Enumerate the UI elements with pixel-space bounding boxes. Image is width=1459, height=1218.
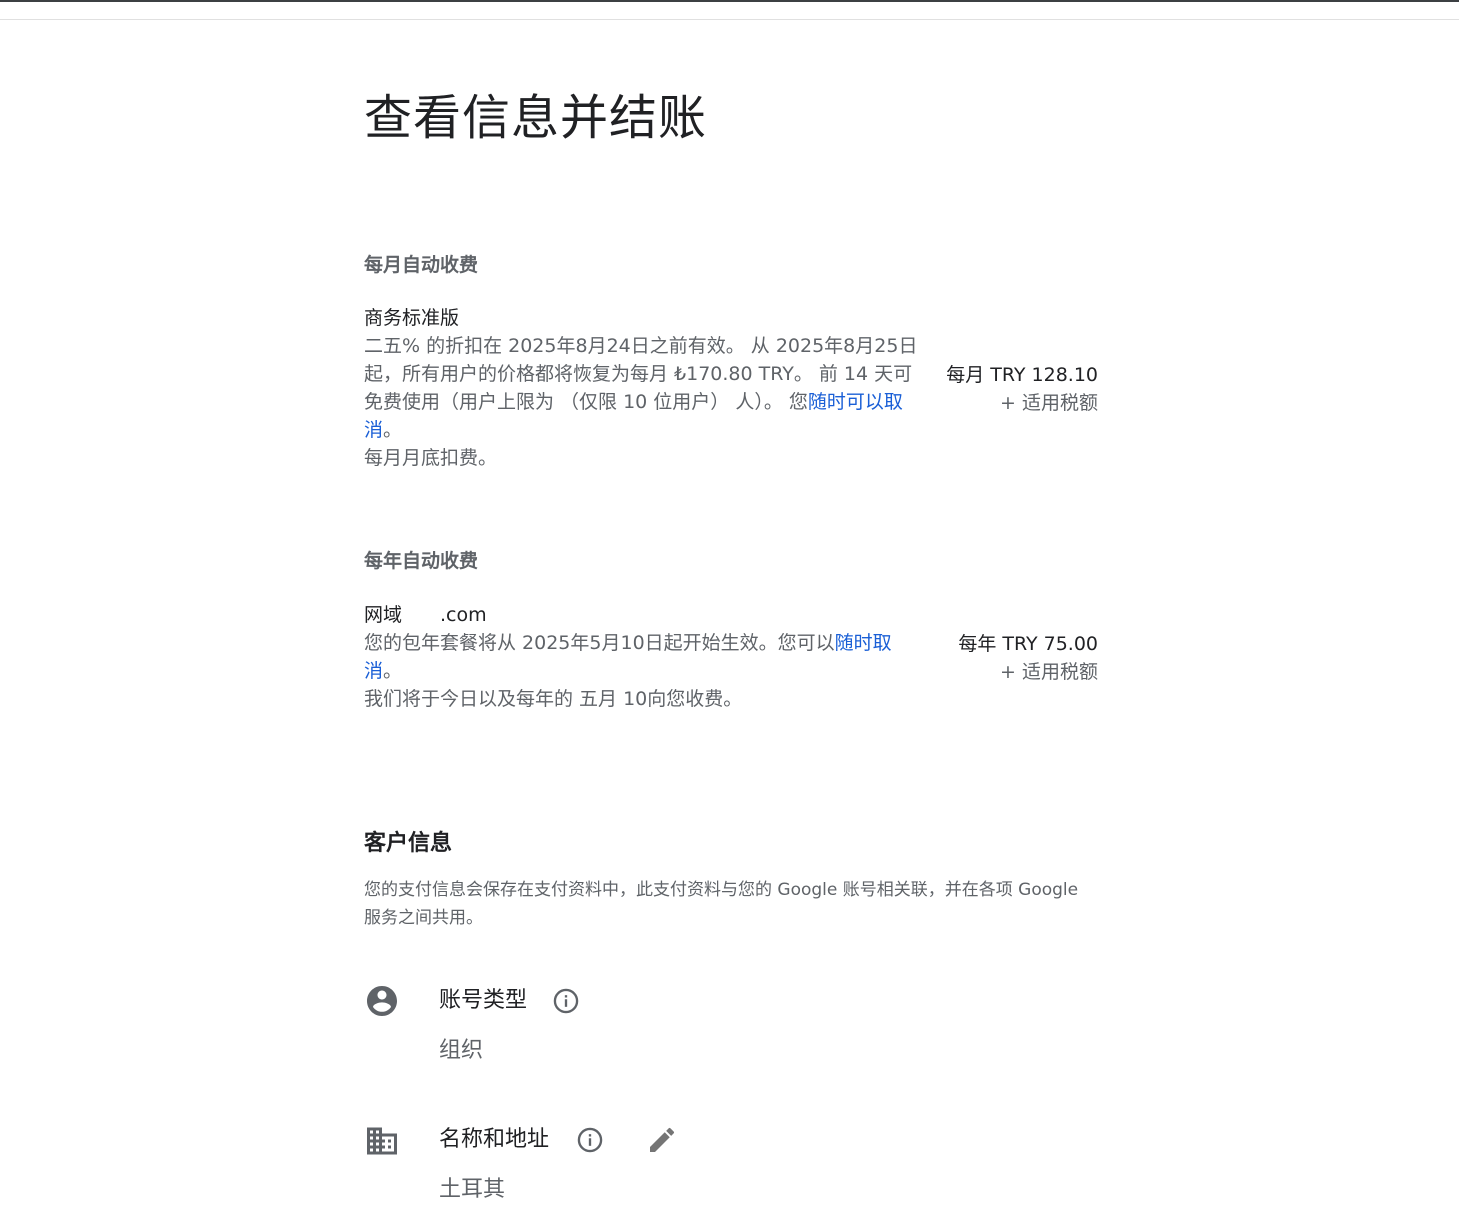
account-circle-icon (367, 986, 397, 1016)
annual-price-block: 每年 TRY 75.00 + 适用税额 (958, 630, 1098, 686)
annual-item-name: 网域 .com (364, 601, 924, 629)
annual-item-description: 您的包年套餐将从 2025年5月10日起开始生效。您可以随时取消。 (364, 629, 924, 685)
name-address-info-icon[interactable] (576, 1126, 604, 1154)
monthly-description-end: 。 (383, 419, 403, 441)
customer-info-heading: 客户信息 (364, 831, 453, 856)
monthly-billing-note: 每月月底扣费。 (364, 447, 498, 469)
annual-billing-note: 我们将于今日以及每年的 五月 10向您收费。 (364, 688, 743, 710)
account-type-value: 组织 (439, 1038, 484, 1063)
header-divider (0, 19, 1459, 20)
annual-item: 网域 .com 您的包年套餐将从 2025年5月10日起开始生效。您可以随时取消。… (364, 601, 924, 713)
edit-pencil-icon[interactable] (646, 1124, 678, 1156)
account-type-info-icon[interactable] (552, 987, 580, 1015)
annual-item-name-suffix: .com (440, 604, 487, 626)
annual-section-heading: 每年自动收费 (364, 550, 479, 572)
customer-info-description: 您的支付信息会保存在支付资料中，此支付资料与您的 Google 账号相关联，并在… (364, 880, 1079, 928)
annual-description-text: 您的包年套餐将从 2025年5月10日起开始生效。您可以 (364, 632, 835, 654)
annual-item-name-prefix: 网域 (364, 604, 403, 626)
monthly-section-heading: 每月自动收费 (364, 254, 479, 276)
monthly-item-description: 二五% 的折扣在 2025年8月24日之前有效。 从 2025年8月25日起，所… (364, 332, 924, 444)
name-address-value: 土耳其 (439, 1177, 506, 1202)
monthly-item: 商务标准版 二五% 的折扣在 2025年8月24日之前有效。 从 2025年8月… (364, 304, 924, 472)
monthly-price-block: 每月 TRY 128.10 + 适用税额 (946, 361, 1098, 417)
business-icon (367, 1127, 397, 1155)
monthly-tax: + 适用税额 (1000, 392, 1098, 414)
annual-price: 每年 TRY 75.00 (958, 633, 1098, 655)
page-title: 查看信息并结账 (364, 90, 708, 146)
account-type-label: 账号类型 (439, 988, 528, 1013)
monthly-item-name: 商务标准版 (364, 307, 460, 329)
name-address-label: 名称和地址 (439, 1127, 550, 1152)
monthly-price: 每月 TRY 128.10 (946, 364, 1098, 386)
annual-tax: + 适用税额 (1000, 661, 1098, 683)
annual-description-end: 。 (383, 660, 403, 682)
top-border (0, 0, 1459, 2)
